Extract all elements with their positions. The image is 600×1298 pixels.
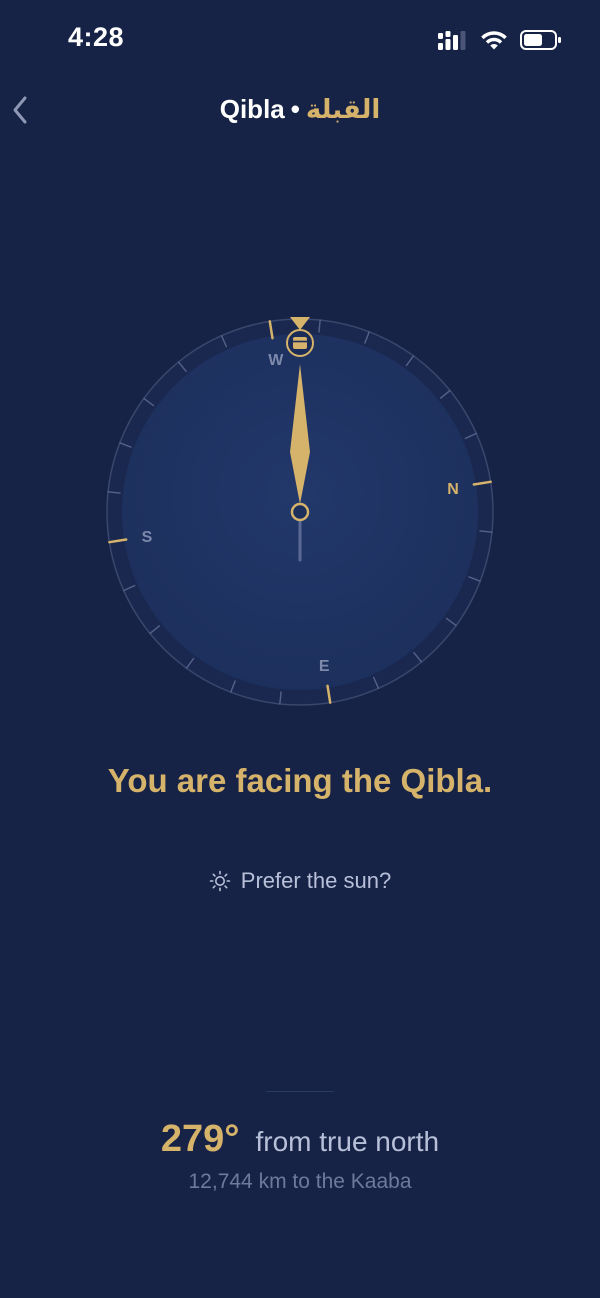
qibla-compass: N E S W bbox=[100, 312, 500, 712]
page-title-arabic: القبلة bbox=[305, 95, 381, 125]
distance-to-kaaba: 12,744 km to the Kaaba bbox=[188, 1170, 412, 1193]
needle-pivot bbox=[290, 502, 310, 522]
prefer-sun-label: Prefer the sun? bbox=[240, 868, 392, 893]
cardinal-label-s: S bbox=[142, 529, 153, 546]
wifi-icon bbox=[481, 31, 507, 50]
cardinal-label-w: W bbox=[268, 352, 284, 369]
compass-dial: N E S W bbox=[106, 317, 494, 706]
status-time: 4:28 bbox=[68, 22, 125, 52]
bearing-row: 279° from true north bbox=[0, 1118, 600, 1161]
status-icons bbox=[438, 26, 562, 54]
cardinal-label-n: N bbox=[447, 481, 459, 498]
cellular-signal-icon bbox=[438, 31, 466, 50]
battery-icon bbox=[520, 30, 561, 50]
bearing-value: 279° bbox=[160, 1118, 240, 1160]
cardinal-label-e: E bbox=[319, 658, 330, 675]
title-separator: • bbox=[290, 94, 300, 124]
page-title-english: Qibla bbox=[219, 94, 285, 124]
sun-icon bbox=[209, 870, 231, 892]
bearing-label: from true north bbox=[255, 1126, 440, 1157]
status-bar: 4:28 bbox=[0, 0, 600, 80]
kaaba-icon bbox=[286, 329, 314, 357]
page-title: Qibla • القبلة bbox=[0, 92, 600, 127]
nav-bar: Qibla • القبلة bbox=[0, 80, 600, 140]
prefer-sun-button[interactable]: Prefer the sun? bbox=[0, 868, 600, 894]
divider bbox=[266, 1091, 334, 1092]
facing-status-text: You are facing the Qibla. bbox=[107, 762, 493, 799]
